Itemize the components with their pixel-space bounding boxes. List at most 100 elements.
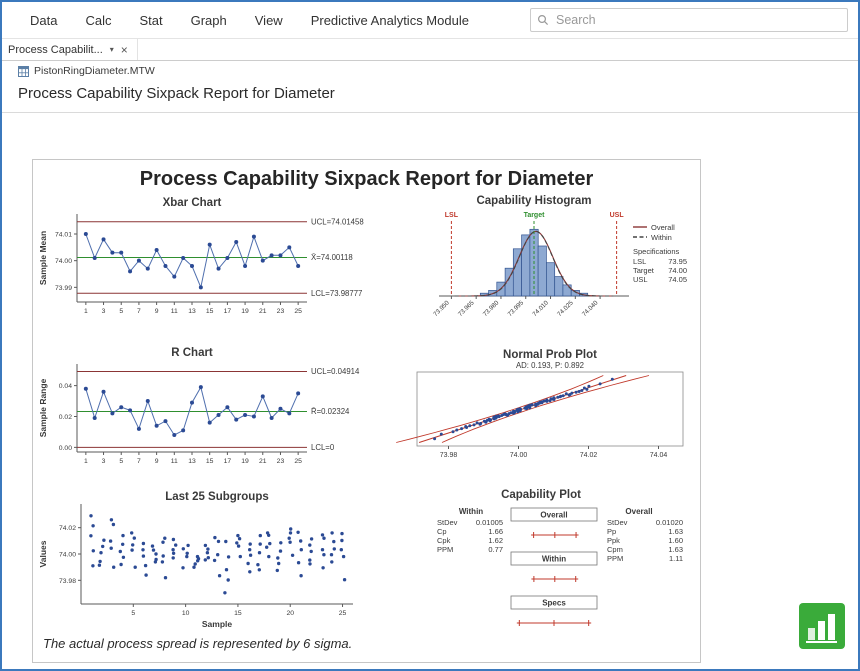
svg-text:74.05: 74.05 bbox=[668, 275, 687, 284]
app-window: Data Calc Stat Graph View Predictive Ana… bbox=[0, 0, 860, 671]
svg-text:3: 3 bbox=[102, 308, 106, 315]
svg-text:StDev: StDev bbox=[607, 518, 628, 527]
svg-text:Overall: Overall bbox=[540, 511, 567, 520]
svg-text:73.98: 73.98 bbox=[440, 452, 458, 459]
svg-text:21: 21 bbox=[259, 458, 267, 465]
search-input[interactable] bbox=[554, 12, 841, 28]
svg-text:25: 25 bbox=[339, 610, 347, 617]
svg-text:5: 5 bbox=[131, 610, 135, 617]
svg-text:Specifications: Specifications bbox=[633, 247, 680, 256]
svg-text:74.04: 74.04 bbox=[650, 452, 668, 459]
svg-text:Ppk: Ppk bbox=[607, 536, 620, 545]
svg-text:LSL: LSL bbox=[445, 212, 459, 219]
svg-text:3: 3 bbox=[102, 458, 106, 465]
graph-button[interactable] bbox=[799, 603, 845, 649]
svg-text:Overall: Overall bbox=[625, 507, 652, 516]
svg-text:Overall: Overall bbox=[651, 223, 675, 232]
tab-label: Process Capabilit... bbox=[8, 44, 103, 56]
worksheet-line: PistonRingDiameter.MTW bbox=[2, 61, 858, 78]
svg-text:USL: USL bbox=[610, 212, 625, 219]
xbar-chart[interactable]: Xbar Chart73.9974.0074.01135791113151719… bbox=[37, 196, 381, 328]
svg-text:X̄=74.00118: X̄=74.00118 bbox=[311, 253, 353, 262]
svg-text:1.66: 1.66 bbox=[488, 527, 503, 536]
svg-text:19: 19 bbox=[241, 458, 249, 465]
svg-text:73.965: 73.965 bbox=[457, 299, 476, 318]
search-icon bbox=[537, 14, 549, 26]
svg-text:Last 25 Subgroups: Last 25 Subgroups bbox=[165, 491, 269, 503]
svg-text:StDev: StDev bbox=[437, 518, 458, 527]
svg-text:AD: 0.193, P: 0.892: AD: 0.193, P: 0.892 bbox=[516, 361, 584, 370]
normal-prob-plot[interactable]: Normal Prob PlotAD: 0.193, P: 0.89273.98… bbox=[389, 348, 693, 478]
capability-histogram[interactable]: Capability HistogramLSLTargetUSL73.95073… bbox=[389, 194, 693, 346]
svg-text:Within: Within bbox=[651, 233, 672, 242]
svg-text:0.01005: 0.01005 bbox=[476, 518, 503, 527]
svg-text:PPM: PPM bbox=[437, 545, 453, 554]
svg-text:10: 10 bbox=[182, 610, 190, 617]
svg-text:74.00: 74.00 bbox=[510, 452, 528, 459]
svg-text:USL: USL bbox=[633, 275, 648, 284]
svg-text:R̄=0.02324: R̄=0.02324 bbox=[311, 407, 350, 416]
svg-text:Cpm: Cpm bbox=[607, 545, 623, 554]
menu-item-view[interactable]: View bbox=[241, 13, 297, 28]
svg-text:Sample Range: Sample Range bbox=[38, 378, 48, 437]
chevron-down-icon[interactable]: ▾ bbox=[110, 45, 114, 54]
svg-text:Sample: Sample bbox=[202, 619, 233, 629]
svg-text:15: 15 bbox=[206, 308, 214, 315]
svg-text:13: 13 bbox=[188, 458, 196, 465]
svg-text:73.980: 73.980 bbox=[482, 299, 501, 318]
svg-text:UCL=74.01458: UCL=74.01458 bbox=[311, 217, 364, 226]
svg-text:73.995: 73.995 bbox=[507, 299, 526, 318]
menu-item-calc[interactable]: Calc bbox=[71, 13, 125, 28]
svg-text:Xbar Chart: Xbar Chart bbox=[163, 197, 222, 209]
svg-text:Cpk: Cpk bbox=[437, 536, 451, 545]
svg-text:73.98: 73.98 bbox=[59, 578, 76, 585]
r-chart[interactable]: R Chart0.000.020.04135791113151719212325… bbox=[37, 346, 381, 478]
svg-text:5: 5 bbox=[119, 458, 123, 465]
svg-text:1.62: 1.62 bbox=[488, 536, 503, 545]
tab-bar: Process Capabilit... ▾ × bbox=[2, 39, 858, 61]
svg-text:11: 11 bbox=[171, 308, 178, 315]
svg-text:Pp: Pp bbox=[607, 527, 616, 536]
menu-item-data[interactable]: Data bbox=[16, 13, 71, 28]
svg-text:LCL=73.98777: LCL=73.98777 bbox=[311, 289, 362, 298]
svg-text:LCL=0: LCL=0 bbox=[311, 443, 335, 452]
svg-text:74.00: 74.00 bbox=[668, 266, 687, 275]
capability-plot[interactable]: Capability PlotWithinStDev0.01005Cp1.66C… bbox=[389, 488, 693, 638]
worksheet-name: PistonRingDiameter.MTW bbox=[34, 65, 155, 77]
svg-text:74.01: 74.01 bbox=[55, 232, 72, 239]
report-footnote: The actual process spread is represented… bbox=[43, 636, 352, 651]
menu-item-stat[interactable]: Stat bbox=[125, 13, 176, 28]
svg-text:74.040: 74.040 bbox=[581, 299, 600, 318]
search-box[interactable] bbox=[530, 8, 848, 32]
svg-text:74.025: 74.025 bbox=[556, 299, 575, 318]
svg-text:1: 1 bbox=[84, 458, 88, 465]
svg-text:0.77: 0.77 bbox=[488, 545, 503, 554]
svg-text:15: 15 bbox=[234, 610, 242, 617]
svg-text:20: 20 bbox=[286, 610, 294, 617]
svg-text:PPM: PPM bbox=[607, 554, 623, 563]
svg-text:Specs: Specs bbox=[542, 599, 566, 608]
svg-text:17: 17 bbox=[224, 458, 232, 465]
svg-text:0.02: 0.02 bbox=[59, 414, 72, 421]
svg-text:73.99: 73.99 bbox=[55, 285, 72, 292]
menu-item-graph[interactable]: Graph bbox=[177, 13, 241, 28]
svg-text:Within: Within bbox=[542, 555, 566, 564]
svg-text:Sample Mean: Sample Mean bbox=[38, 231, 48, 285]
svg-text:17: 17 bbox=[224, 308, 232, 315]
svg-text:9: 9 bbox=[155, 308, 159, 315]
svg-text:74.02: 74.02 bbox=[59, 525, 76, 532]
svg-text:1.60: 1.60 bbox=[668, 536, 683, 545]
tab-process-capability[interactable]: Process Capabilit... ▾ × bbox=[2, 39, 138, 60]
svg-text:Values: Values bbox=[38, 540, 48, 567]
svg-text:7: 7 bbox=[137, 458, 141, 465]
svg-text:1: 1 bbox=[84, 308, 88, 315]
svg-text:1.63: 1.63 bbox=[668, 545, 683, 554]
worksheet-icon bbox=[18, 66, 29, 77]
svg-text:0.00: 0.00 bbox=[59, 445, 72, 452]
close-icon[interactable]: × bbox=[121, 43, 128, 57]
last-25-subgroups-chart[interactable]: Last 25 Subgroups73.9874.0074.0251015202… bbox=[37, 490, 381, 632]
menu-item-predictive-analytics-module[interactable]: Predictive Analytics Module bbox=[297, 13, 483, 28]
svg-text:Target: Target bbox=[633, 266, 655, 275]
svg-text:74.00: 74.00 bbox=[55, 258, 72, 265]
svg-text:15: 15 bbox=[206, 458, 214, 465]
